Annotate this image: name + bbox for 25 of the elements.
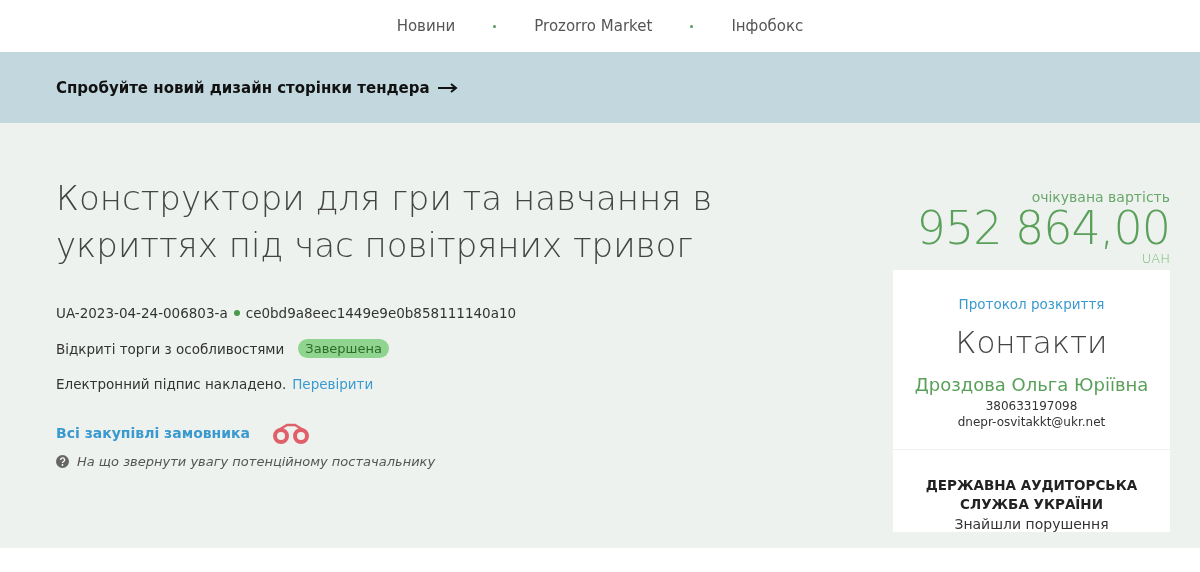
contact-email: dnepr-osvitakkt@ukr.net bbox=[957, 415, 1106, 429]
currency-label: UAH bbox=[1141, 251, 1170, 266]
expected-value: 952 864,00 bbox=[916, 205, 1170, 251]
question-icon bbox=[56, 455, 69, 468]
tender-title: Конструктори для гри та навчання в укриттях під час повітряних тривог bbox=[56, 177, 714, 267]
tender-hash: ce0bd9a8eec1449e9e0b858111140a10 bbox=[245, 305, 517, 321]
separator-dot-icon bbox=[493, 24, 497, 28]
nav-link[interactable]: Інфобокс bbox=[731, 17, 804, 35]
nav-link[interactable]: Новини bbox=[396, 17, 456, 35]
new-design-link[interactable]: Спробуйте новий дизайн сторінки тендера bbox=[56, 78, 458, 97]
supplier-hint-link[interactable]: На що звернути увагу потенційному постачальнику bbox=[77, 454, 436, 469]
contacts-title: Контакти bbox=[955, 324, 1108, 360]
nav-link[interactable]: Prozorro Market bbox=[534, 17, 653, 35]
audit-text: Знайшли порушення bbox=[954, 516, 1109, 532]
procedure-type: Відкриті торги з особливостями bbox=[56, 340, 285, 357]
separator-dot-icon bbox=[690, 24, 694, 28]
value-label: очікувана вартість bbox=[1031, 189, 1170, 205]
signature-text: Електронний підпис накладено. bbox=[56, 376, 287, 392]
separator-dot-icon bbox=[233, 310, 240, 316]
contact-phone: 380633197098 bbox=[985, 399, 1078, 413]
tender-id: UA-2023-04-24-006803-a bbox=[56, 305, 228, 321]
audit-title: ДЕРЖАВНА АУДИТОРСЬКА СЛУЖБА УКРАЇНИ bbox=[924, 476, 1139, 514]
status-badge: Завершена bbox=[298, 339, 389, 358]
arrow-right-icon bbox=[437, 82, 458, 93]
contact-name: Дроздова Ольга Юріївна bbox=[914, 374, 1149, 395]
